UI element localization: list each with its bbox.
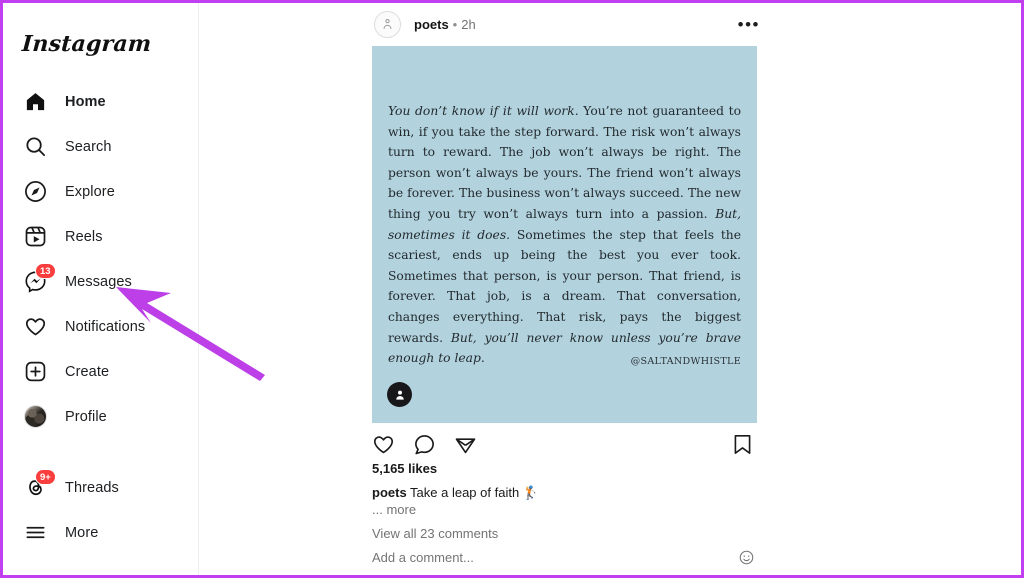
- sidebar-item-profile[interactable]: Profile: [3, 394, 198, 439]
- tagged-account-icon[interactable]: [387, 382, 412, 407]
- sidebar-item-label: Home: [65, 93, 106, 110]
- messenger-icon: 13: [21, 262, 56, 296]
- emoji-smiley-icon[interactable]: [739, 550, 754, 565]
- threads-badge: 9+: [35, 468, 56, 485]
- add-comment-row: [372, 550, 770, 575]
- heart-icon: [21, 313, 49, 341]
- sidebar-item-messages[interactable]: 13 Messages: [3, 259, 198, 304]
- sidebar-item-label: Notifications: [65, 318, 146, 335]
- sidebar-item-search[interactable]: Search: [3, 124, 198, 169]
- sidebar-item-label: Reels: [65, 228, 103, 245]
- feed-post: poets • 2h ••• You don’t know if it will…: [372, 3, 770, 577]
- sidebar-item-label: Messages: [65, 273, 132, 290]
- comment-input[interactable]: [372, 550, 672, 565]
- sidebar-item-label: Profile: [65, 408, 107, 425]
- post-image[interactable]: You don’t know if it will work. You’re n…: [372, 46, 757, 423]
- home-icon: [21, 88, 49, 116]
- post-actions: [372, 427, 770, 461]
- post-divider: [372, 576, 757, 577]
- sidebar-item-create[interactable]: Create: [3, 349, 198, 394]
- feed-column: poets • 2h ••• You don’t know if it will…: [199, 3, 1021, 575]
- sidebar-item-explore[interactable]: Explore: [3, 169, 198, 214]
- share-button[interactable]: [454, 433, 477, 456]
- sidebar-item-more[interactable]: More: [3, 510, 198, 555]
- sidebar-item-reels[interactable]: Reels: [3, 214, 198, 259]
- sidebar-item-label: Threads: [65, 479, 119, 496]
- post-header: poets • 2h •••: [372, 3, 770, 46]
- hamburger-icon: [21, 519, 49, 547]
- caption-more-button[interactable]: ... more: [372, 502, 770, 517]
- quote-body-2: Sometimes the step that feels the scarie…: [388, 227, 741, 345]
- like-button[interactable]: [372, 433, 395, 456]
- sidebar: Instagram Home Search Explore Reels 13 M…: [3, 3, 199, 575]
- threads-icon: 9+: [21, 468, 56, 502]
- post-options-button[interactable]: •••: [738, 16, 768, 33]
- like-count[interactable]: 5,165 likes: [372, 461, 770, 476]
- profile-avatar: [21, 403, 49, 431]
- sidebar-item-label: More: [65, 524, 99, 541]
- search-icon: [21, 133, 49, 161]
- instagram-window: Instagram Home Search Explore Reels 13 M…: [0, 0, 1024, 578]
- save-button[interactable]: [731, 433, 754, 456]
- quote-emphasis-1: You don’t know if it will work.: [388, 104, 579, 118]
- post-timestamp: 2h: [461, 17, 476, 32]
- sidebar-item-home[interactable]: Home: [3, 79, 198, 124]
- caption-username[interactable]: poets: [372, 485, 407, 500]
- quote-body-1: You’re not guaranteed to win, if you tak…: [388, 104, 741, 221]
- compass-icon: [21, 178, 49, 206]
- comment-button[interactable]: [413, 433, 436, 456]
- messages-badge: 13: [35, 262, 56, 279]
- post-caption: poets Take a leap of faith 🏌: [372, 484, 770, 501]
- sidebar-item-label: Explore: [65, 183, 115, 200]
- instagram-logo[interactable]: Instagram: [21, 31, 199, 57]
- plus-square-icon: [21, 358, 49, 386]
- post-username[interactable]: poets: [414, 17, 449, 32]
- caption-text: Take a leap of faith 🏌: [406, 485, 539, 500]
- quote-signature: @SALTANDWHISTLE: [630, 356, 741, 367]
- sidebar-item-threads[interactable]: 9+ Threads: [3, 465, 198, 510]
- post-separator: •: [452, 17, 458, 32]
- view-all-comments-link[interactable]: View all 23 comments: [372, 526, 770, 541]
- post-author-avatar[interactable]: [374, 11, 401, 38]
- quote-body: You don’t know if it will work. You’re n…: [388, 101, 741, 369]
- sidebar-item-notifications[interactable]: Notifications: [3, 304, 198, 349]
- sidebar-item-label: Search: [65, 138, 112, 155]
- reels-icon: [21, 223, 49, 251]
- sidebar-item-label: Create: [65, 363, 110, 380]
